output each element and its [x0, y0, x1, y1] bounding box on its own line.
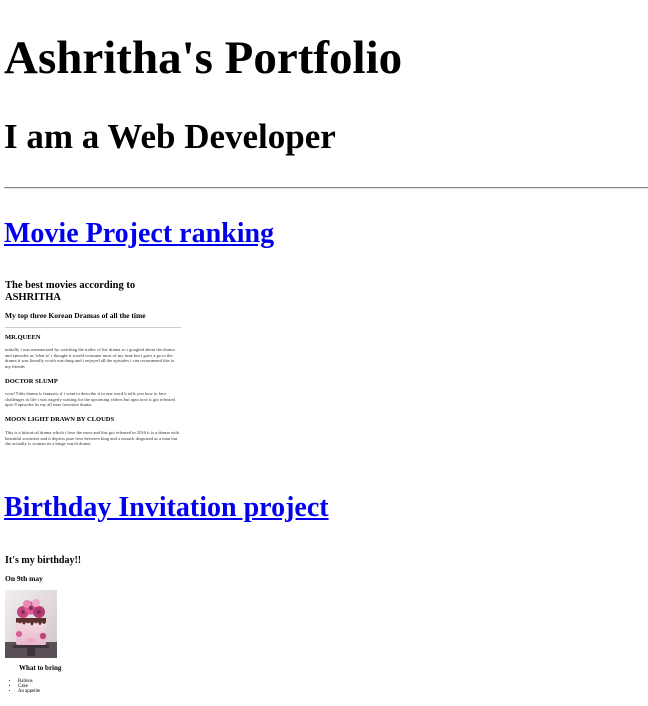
- divider: [4, 187, 648, 189]
- birthday-project-preview[interactable]: It's my birthday!! On 9th may What to br…: [4, 553, 144, 703]
- movie-preview-divider: [5, 327, 181, 328]
- birthday-preview-title: It's my birthday!!: [5, 555, 82, 566]
- movie-preview-item-heading: MOON LIGHT DRAWN BY CLOUDS: [5, 416, 115, 423]
- birthday-bring-list: Ballons Cake An appetite: [4, 679, 40, 695]
- movie-preview-item-text: This is a historical drama which i love …: [5, 430, 180, 447]
- movie-project-link[interactable]: Movie Project ranking: [4, 217, 274, 251]
- movie-preview-subtitle: My top three Korean Dramas of all the ti…: [5, 311, 146, 320]
- movie-preview-item-text: initially i was mesmerized by watching t…: [5, 347, 175, 369]
- page-subtitle: I am a Web Developer: [4, 117, 336, 156]
- cake-photo-icon: [5, 590, 57, 658]
- portfolio-page: Ashritha's Portfolio I am a Web Develope…: [0, 0, 648, 706]
- movie-preview-item-heading: MR.QUEEN: [5, 334, 41, 341]
- movie-project-preview[interactable]: The best movies according to ASHRITHA My…: [4, 279, 184, 455]
- page-title: Ashritha's Portfolio: [4, 32, 403, 84]
- movie-preview-title: The best movies according to ASHRITHA: [5, 280, 136, 303]
- birthday-project-link[interactable]: Birthday Invitation project: [4, 491, 329, 525]
- movie-preview-item-heading: DOCTOR SLUMP: [5, 378, 58, 385]
- birthday-bring-heading: What to bring: [19, 664, 62, 672]
- list-item: An appetite: [18, 689, 40, 694]
- birthday-preview-date: On 9th may: [5, 574, 43, 583]
- movie-preview-item-text: wow!!!this drama is fantastic if i want …: [5, 391, 175, 408]
